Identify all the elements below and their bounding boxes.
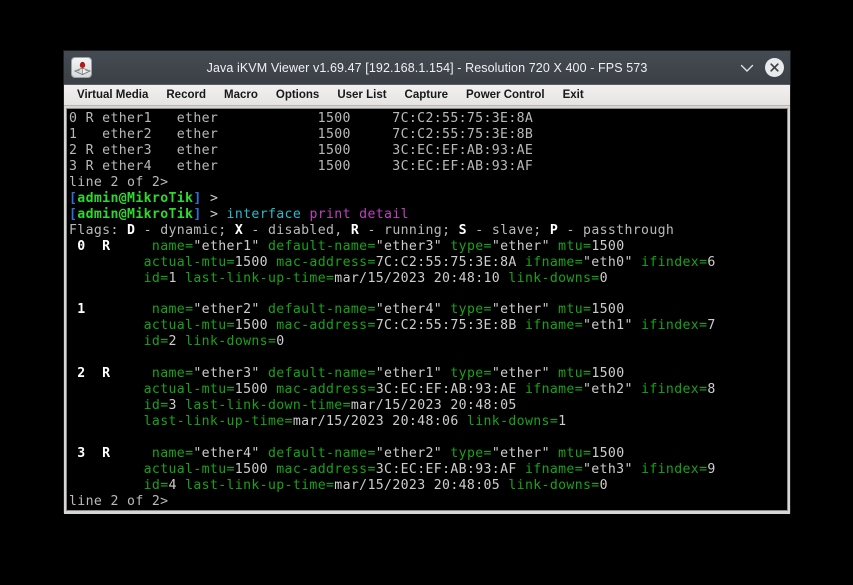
window-controls (739, 58, 784, 77)
interface-detail-id-line: id=1 last-link-up-time=mar/15/2023 20:48… (143, 270, 608, 286)
flags-legend-line: Flags: D - dynamic; X - disabled, R - ru… (69, 222, 675, 238)
shell-prompt-line: [admin@MikroTik] > (69, 190, 227, 206)
interface-detail-mtu-mac: actual-mtu=1500 mac-address=7C:C2:55:75:… (143, 254, 716, 270)
interface-detail-mtu-mac: actual-mtu=1500 mac-address=3C:EC:EF:AB:… (143, 382, 716, 398)
menu-item-capture[interactable]: Capture (396, 87, 457, 104)
interface-table-row: 2 R ether3 ether 1500 3C:EC:EF:AB:93:AE (69, 142, 534, 158)
menu-bar: Virtual Media Record Macro Options User … (64, 84, 790, 106)
interface-table-row: 3 R ether4 ether 1500 3C:EC:EF:AB:93:AF (69, 158, 534, 174)
screen: Java iKVM Viewer v1.69.47 [192.168.1.154… (0, 0, 853, 585)
interface-detail-mtu-mac: actual-mtu=1500 mac-address=3C:EC:EF:AB:… (143, 461, 716, 477)
interface-table-row: 0 R ether1 ether 1500 7C:C2:55:75:3E:8A (69, 111, 534, 126)
interface-detail-id-line: id=4 last-link-up-time=mar/15/2023 20:48… (143, 477, 608, 493)
pager-status-bottom: line 2 of 2> (69, 493, 169, 509)
window-titlebar[interactable]: Java iKVM Viewer v1.69.47 [192.168.1.154… (64, 51, 790, 84)
shell-command-line: [admin@MikroTik] > interface print detai… (69, 206, 409, 222)
interface-detail-mtu-mac: actual-mtu=1500 mac-address=7C:C2:55:75:… (143, 318, 716, 334)
window-title: Java iKVM Viewer v1.69.47 [192.168.1.154… (206, 60, 648, 75)
interface-detail-head: 1 name="ether2" default-name="ether4" ty… (69, 302, 625, 318)
ikvm-viewer-window: Java iKVM Viewer v1.69.47 [192.168.1.154… (64, 51, 790, 514)
menu-item-user-list[interactable]: User List (328, 87, 395, 104)
kvm-console-terminal[interactable]: 0 R ether1 ether 1500 7C:C2:55:75:3E:8A 1… (66, 108, 788, 511)
interface-detail-head: 3 R name="ether4" default-name="ether2" … (69, 445, 625, 461)
interface-detail-linkup-line: last-link-up-time=mar/15/2023 20:48:06 l… (143, 414, 567, 430)
pager-status-top: line 2 of 2> (69, 174, 169, 190)
interface-detail-head: 0 R name="ether1" default-name="ether3" … (69, 238, 625, 254)
interface-detail-head: 2 R name="ether3" default-name="ether1" … (69, 366, 625, 382)
menu-item-options[interactable]: Options (267, 87, 328, 104)
menu-item-virtual-media[interactable]: Virtual Media (68, 87, 157, 104)
menu-item-macro[interactable]: Macro (215, 87, 267, 104)
menu-item-exit[interactable]: Exit (554, 87, 593, 104)
interface-table-row: 1 ether2 ether 1500 7C:C2:55:75:3E:8B (69, 126, 534, 142)
java-ikvm-icon (71, 57, 92, 78)
close-button[interactable] (765, 58, 784, 77)
interface-detail-id-line: id=2 link-downs=0 (143, 334, 285, 350)
menu-item-power-control[interactable]: Power Control (457, 87, 554, 104)
menu-item-record[interactable]: Record (157, 87, 215, 104)
minimize-button[interactable] (739, 60, 755, 76)
interface-detail-id-line: id=3 last-link-down-time=mar/15/2023 20:… (143, 398, 517, 414)
terminal-container: 0 R ether1 ether 1500 7C:C2:55:75:3E:8A 1… (64, 106, 790, 514)
